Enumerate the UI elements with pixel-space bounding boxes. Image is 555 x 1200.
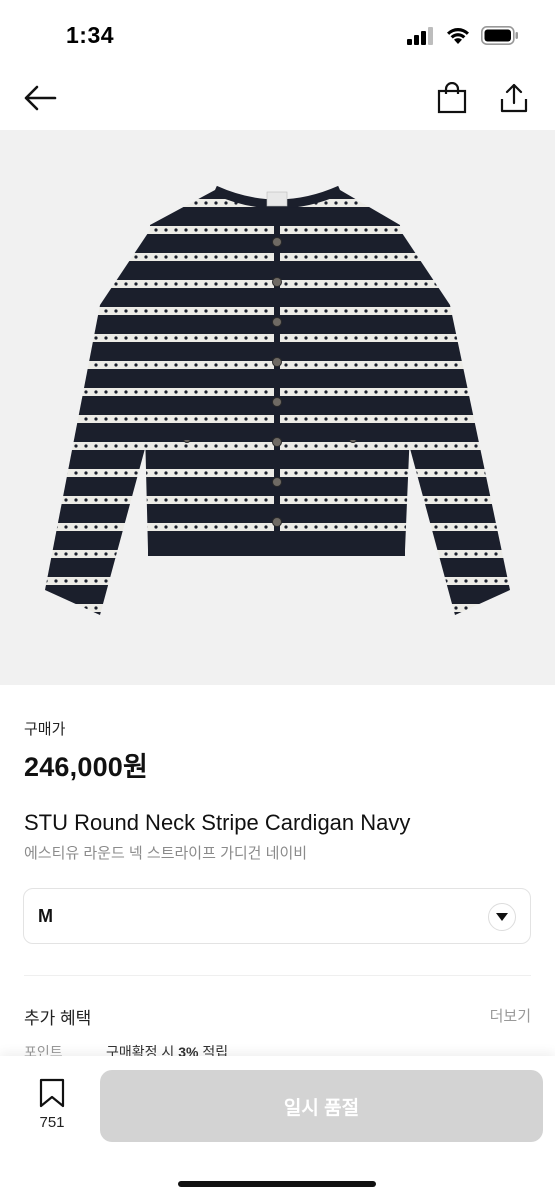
size-selected-value: M — [38, 905, 53, 926]
status-icons — [407, 26, 519, 45]
share-button[interactable] — [494, 78, 534, 118]
home-indicator — [178, 1181, 376, 1187]
wifi-icon — [447, 28, 469, 44]
sold-out-button[interactable]: 일시 품절 — [100, 1070, 543, 1142]
striped-cardigan-image — [45, 185, 510, 615]
nav-bar — [0, 70, 555, 128]
bookmark-count: 751 — [39, 1114, 65, 1131]
product-image[interactable] — [0, 130, 555, 685]
status-time: 1:34 — [66, 22, 115, 48]
size-select[interactable]: M — [23, 888, 531, 944]
battery-icon — [481, 26, 518, 45]
bottom-bar: 751 일시 품절 — [0, 1056, 555, 1200]
price-value: 246,000원 — [24, 752, 149, 782]
arrow-left-icon — [24, 85, 57, 111]
shopping-bag-button[interactable] — [432, 78, 472, 118]
chevron-down-icon — [496, 913, 508, 921]
bookmark-button[interactable]: 751 — [30, 1078, 74, 1131]
price-label: 구매가 — [24, 721, 66, 738]
benefits-more-link[interactable]: 더보기 — [490, 1005, 531, 1026]
shopping-bag-icon — [437, 82, 467, 114]
price-section: 구매가 246,000원 — [24, 718, 531, 784]
cellular-signal-icon — [407, 26, 433, 45]
divider — [24, 975, 531, 976]
product-name-ko: 에스티유 라운드 넥 스트라이프 가디건 네이비 — [24, 845, 308, 862]
share-icon — [500, 83, 528, 113]
bookmark-icon — [39, 1078, 65, 1108]
product-name-en: STU Round Neck Stripe Cardigan Navy — [24, 810, 411, 835]
back-button[interactable] — [20, 78, 60, 118]
benefits-title: 추가 혜택 — [24, 1009, 92, 1028]
status-bar: 1:34 — [0, 0, 555, 70]
size-dropdown-button[interactable] — [488, 903, 516, 931]
